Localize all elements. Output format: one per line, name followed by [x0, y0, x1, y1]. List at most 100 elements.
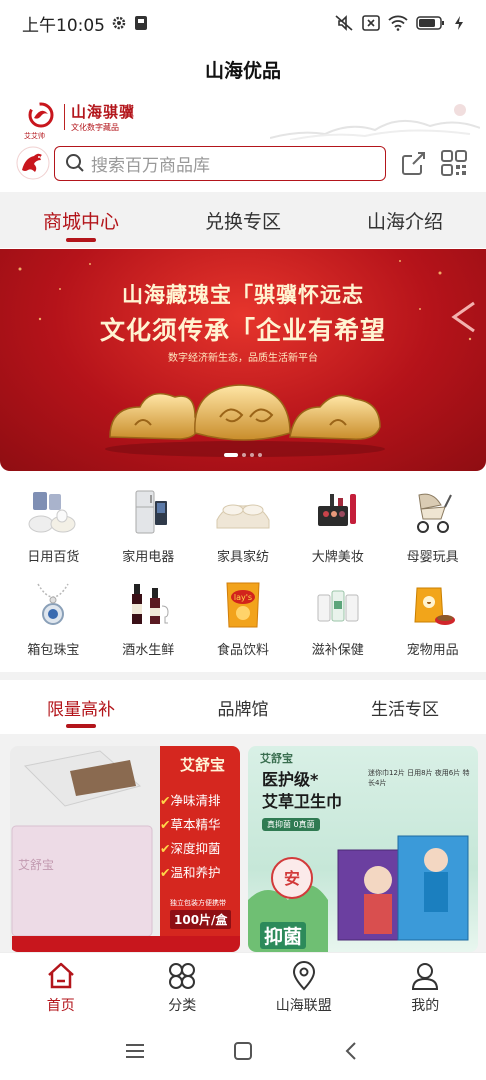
category-grid: 日用百货 家用电器 家具家纺 大牌美妆 母婴玩具 箱包珠宝 酒水生鲜 lay's…: [6, 484, 480, 658]
check-icon: ✔: [160, 817, 171, 832]
battery-icon: [416, 15, 446, 31]
search-placeholder: 搜索百万商品库: [91, 155, 210, 176]
product-feature: ✔净味清排: [160, 793, 221, 808]
category-wine-fresh[interactable]: 酒水生鲜: [101, 577, 196, 658]
tab-label: 品牌馆: [217, 699, 269, 720]
pagination-dot[interactable]: [250, 453, 254, 457]
category-label: 滋补保健: [311, 643, 364, 658]
top-tabs: 商城中心 兑换专区 山海介绍: [0, 192, 486, 248]
nav-label: 首页: [46, 997, 75, 1014]
tab-exchange-zone[interactable]: 兑换专区: [162, 192, 324, 248]
supplements-icon: [310, 577, 366, 633]
app-title: 山海优品: [204, 60, 281, 82]
product-quantity: 100片/盒: [170, 910, 232, 929]
no-sim-icon: [362, 15, 380, 31]
tab-label: 生活专区: [371, 699, 439, 720]
section-tabs: 限量高补 品牌馆 生活专区: [0, 680, 486, 734]
location-pin-icon: [292, 960, 315, 990]
category-home-appliances[interactable]: 家用电器: [101, 484, 196, 565]
category-label: 食品饮料: [216, 643, 269, 658]
golden-clouds-decoration: [105, 384, 385, 457]
pet-food-icon: [405, 577, 461, 633]
category-bags-jewelry[interactable]: 箱包珠宝: [6, 577, 101, 658]
horse-logo-icon[interactable]: [16, 146, 50, 180]
category-label: 酒水生鲜: [122, 643, 175, 658]
nav-profile[interactable]: 我的: [365, 953, 486, 1022]
nav-label: 我的: [411, 997, 440, 1014]
stroller-icon: [405, 484, 461, 540]
brand-subtitle: 文化数字藏品: [71, 123, 119, 132]
banner-headline-2: 文化须传承「企业有希望: [99, 316, 386, 345]
category-label: 宠物用品: [406, 643, 459, 658]
refrigerator-icon: [120, 484, 176, 540]
necklace-icon: [25, 577, 81, 633]
tab-label: 兑换专区: [204, 210, 281, 233]
system-menu-button[interactable]: [124, 1040, 146, 1062]
category-label: 家用电器: [122, 550, 175, 565]
search-row: 搜索百万商品库: [16, 144, 470, 182]
system-home-button[interactable]: [232, 1040, 254, 1062]
product-card[interactable]: 艾舒宝 艾舒宝 ✔净味清排 ✔草本精华 ✔深度抑菌 ✔温和养护 独立包装方便携带…: [10, 746, 240, 952]
category-label: 箱包珠宝: [27, 643, 80, 658]
share-icon[interactable]: [400, 149, 428, 177]
category-mother-baby[interactable]: 母婴玩具: [385, 484, 480, 565]
product-box-brand: 艾舒宝: [18, 858, 55, 872]
nav-shanhai-alliance[interactable]: 山海联盟: [243, 953, 365, 1022]
chips-icon: lay's: [215, 577, 271, 633]
menu-icon: [126, 1044, 144, 1058]
tab-life-zone[interactable]: 生活专区: [324, 680, 486, 734]
mute-icon: [334, 14, 354, 32]
pagination-dot[interactable]: [258, 453, 262, 457]
product-brand: 艾舒宝: [180, 756, 226, 774]
search-box[interactable]: 搜索百万商品库: [54, 145, 386, 181]
category-health-supplements[interactable]: 滋补保健: [290, 577, 385, 658]
status-time: 上午10:05: [22, 15, 105, 36]
category-furniture-textiles[interactable]: 家具家纺: [196, 484, 291, 565]
status-bar: 上午10:05: [0, 0, 486, 46]
category-label: 大牌美妆: [311, 550, 364, 565]
banner-tagline: 数字经济新生态，品质生活新平台: [168, 353, 318, 364]
category-pet-supplies[interactable]: 宠物用品: [385, 577, 480, 658]
svg-text:lay's: lay's: [234, 593, 252, 602]
active-tab-indicator: [66, 724, 96, 728]
tab-limited-subsidy[interactable]: 限量高补: [0, 680, 162, 734]
category-food-drinks[interactable]: lay's 食品饮料: [196, 577, 291, 658]
product-card[interactable]: 艾舒宝 医护级* 艾草卫生巾 迷你巾12片 日用8片 夜用6片 特长4片 真抑菌…: [248, 746, 478, 952]
banner-headline-1: 山海藏瑰宝「骐骥怀远志: [122, 283, 364, 307]
category-beauty[interactable]: 大牌美妆: [290, 484, 385, 565]
search-icon: [66, 154, 84, 172]
category-icon: [169, 962, 196, 989]
brand-logo: 山海骐骥 文化数字藏品: [24, 100, 135, 134]
product-feature: ✔温和养护: [160, 865, 221, 880]
tab-brand-hall[interactable]: 品牌馆: [162, 680, 324, 734]
check-icon: ✔: [160, 865, 171, 880]
nav-home[interactable]: 首页: [0, 953, 122, 1022]
banner-pagination: [0, 453, 486, 457]
nav-category[interactable]: 分类: [122, 953, 244, 1022]
banner-next-arrow-icon[interactable]: [448, 299, 478, 335]
product-feature: ✔草本精华: [160, 817, 221, 832]
promo-banner[interactable]: 山海藏瑰宝「骐骥怀远志 文化须传承「企业有希望 数字经济新生态，品质生活新平台: [0, 249, 486, 471]
product-feature-list: ✔净味清排 ✔草本精华 ✔深度抑菌 ✔温和养护: [160, 790, 240, 881]
pagination-dot[interactable]: [242, 453, 246, 457]
active-tab-indicator: [66, 238, 96, 242]
category-daily-goods[interactable]: 日用百货: [6, 484, 101, 565]
product-feature: ✔深度抑菌: [160, 841, 221, 856]
pagination-dot[interactable]: [224, 453, 238, 457]
tab-label: 商城中心: [42, 210, 119, 233]
qr-code-icon[interactable]: [440, 149, 468, 177]
home-icon: [47, 962, 74, 988]
category-label: 日用百货: [27, 550, 80, 565]
product-bottom-text: 抑菌: [260, 922, 307, 949]
profile-icon: [412, 962, 439, 990]
tab-mall-center[interactable]: 商城中心: [0, 192, 162, 248]
tab-shanhai-intro[interactable]: 山海介绍: [324, 192, 486, 248]
charging-icon: [454, 15, 464, 31]
check-icon: ✔: [160, 793, 171, 808]
square-icon: [234, 1042, 252, 1060]
notification-app-icon: [133, 15, 149, 31]
system-back-button[interactable]: [340, 1040, 362, 1062]
product-headline-1: 医护级*: [262, 770, 319, 789]
brand-name: 山海骐骥: [71, 103, 136, 121]
mountain-decoration: [270, 104, 480, 140]
